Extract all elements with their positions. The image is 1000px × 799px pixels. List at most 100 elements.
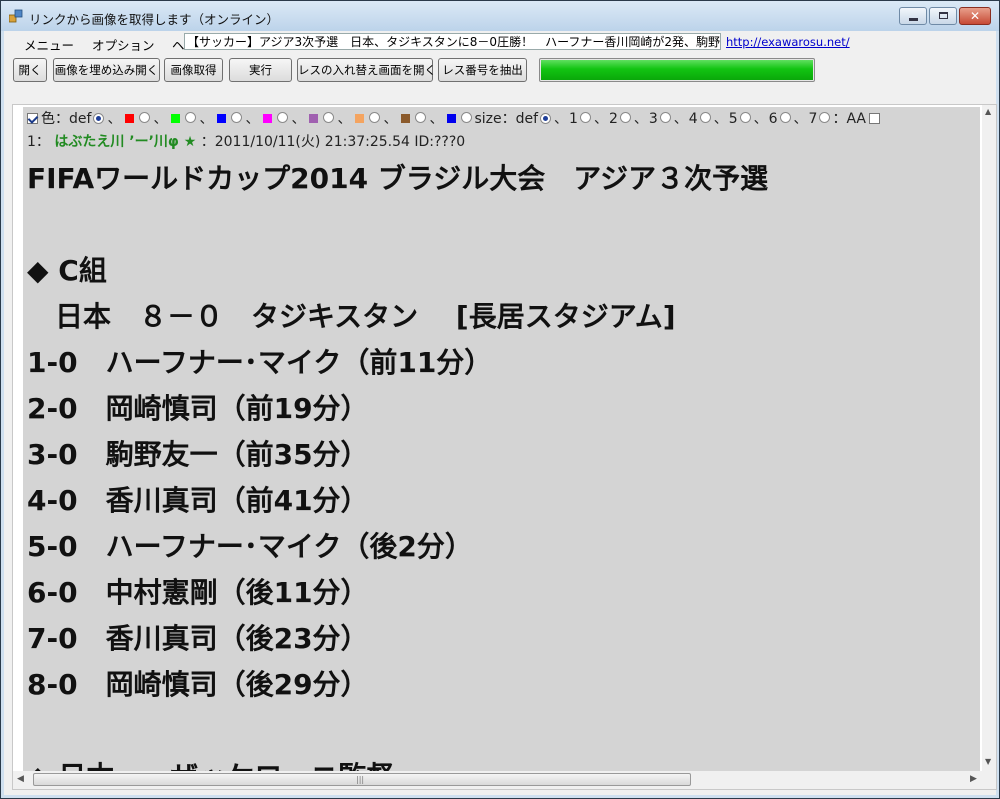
color-swatch-6 [355,114,365,123]
size-radio-3[interactable] [659,112,671,123]
separator: 、 [153,111,168,127]
size-label: size：def [474,111,539,127]
color-radio-5[interactable] [323,112,335,123]
color-radio-def[interactable] [93,112,105,124]
size-radio-1[interactable] [579,112,591,123]
open-reply-reorder-button[interactable]: レスの入れ替え画面を開く [297,58,436,82]
size-radio-4[interactable] [699,112,711,123]
post-line: FIFAワールドカップ2014 ブラジル大会 アジア３次予選 [27,162,769,195]
app-icon [9,9,23,23]
scroll-up-icon[interactable]: ▲ [985,107,991,116]
close-button[interactable]: ✕ [959,7,991,25]
browser-frame: 色：def 、 、 、 、 、 、 、 、 size：def 、1 、2 、3 、4 、5 、6 、7 ：… [12,104,997,790]
scroll-down-icon[interactable]: ▼ [985,757,991,766]
open-button[interactable]: 開く [13,58,47,82]
aa-checkbox[interactable] [869,112,881,124]
horizontal-scrollbar[interactable]: ◀ ||| ▶ [13,771,996,789]
extract-reply-numbers-button[interactable]: レス番号を抽出 [438,58,527,82]
separator: 、 [383,111,398,127]
client-area: メニュー オプション ヘ 【サッカー】アジア3次予選 日本、タジキスタンに8－0… [4,31,997,795]
menu-item-he[interactable]: ヘ [172,35,185,54]
post-line: 1-0 ハーフナー･マイク（前11分） [27,346,493,379]
size-radio-5[interactable] [739,112,751,123]
aa-label: ：AA [832,111,867,127]
separator: 、 [673,111,688,127]
scroll-left-icon[interactable]: ◀ [17,774,24,784]
separator: 、 [429,111,444,127]
separator: 、 [793,111,808,127]
menu-item-menu[interactable]: メニュー [24,35,74,54]
size-radio-7[interactable] [819,112,831,123]
size-option-label: 6 [768,111,778,127]
post-meta: ：2011/10/11(火) 21:37:25.54 ID:???0 [200,134,466,150]
post-line: 2-0 岡崎慎司（前19分） [27,392,369,425]
color-swatch-3 [217,114,227,123]
color-swatch-7 [401,114,411,123]
color-radio-6[interactable] [369,112,381,123]
vertical-scrollbar[interactable]: ▲ ▼ [982,105,996,771]
post-line: 7-0 香川真司（後23分） [27,622,369,655]
maximize-button[interactable] [929,7,957,25]
color-swatch-4 [263,114,273,123]
color-radio-3[interactable] [231,112,243,123]
size-option-label: 2 [608,111,618,127]
color-swatch-8 [447,114,457,123]
post-line: 6-0 中村憲剛（後11分） [27,576,369,609]
color-radio-2[interactable] [185,112,197,123]
color-swatch-group: 、 、 、 、 、 、 、 、 [106,108,474,128]
app-window: リンクから画像を取得します（オンライン） ✕ メニュー オプション ヘ 【サッカ… [0,0,1000,799]
menu-item-options[interactable]: オプション [92,35,155,54]
color-radio-4[interactable] [277,112,289,123]
poster-name: はぶたえ川 ’ー’川φ ★ [54,134,197,150]
size-option-group: 、1 、2 、3 、4 、5 、6 、7 [553,108,832,128]
color-radio-8[interactable] [461,112,473,123]
title-bar[interactable]: リンクから画像を取得します（オンライン） ✕ [1,1,999,31]
separator: 、 [291,111,306,127]
post-header: 1： はぶたえ川 ’ー’川φ ★ ：2011/10/11(火) 21:37:25… [27,131,465,151]
post-line: 日本 ８－０ タジキスタン [長居スタジアム] [27,300,676,333]
post-line: ◆ 日本 ザッケローニ監督 [27,755,394,771]
size-option-label: 7 [808,111,818,127]
window-title: リンクから画像を取得します（オンライン） [29,12,280,27]
size-option-label: 3 [648,111,658,127]
get-images-button[interactable]: 画像取得 [164,58,223,82]
post-view[interactable]: 色：def 、 、 、 、 、 、 、 、 size：def 、1 、2 、3 、4 、5 、6 、7 ：… [23,107,980,771]
post-number[interactable]: 1： [27,134,50,150]
size-radio-2[interactable] [619,112,631,123]
size-option-label: 5 [728,111,738,127]
size-option-label: 1 [569,111,578,127]
minimize-icon [909,18,918,21]
color-radio-1[interactable] [139,112,151,123]
separator: 、 [107,111,122,127]
open-embedded-images-button[interactable]: 画像を埋め込み開く [53,58,160,82]
color-radio-7[interactable] [415,112,427,123]
post-line: 3-0 駒野友一（前35分） [27,438,369,471]
site-link[interactable]: http://exawarosu.net/ [726,35,850,49]
close-icon: ✕ [969,9,981,23]
separator: 、 [753,111,768,127]
scroll-right-icon[interactable]: ▶ [970,774,977,784]
display-options: 色：def 、 、 、 、 、 、 、 、 size：def 、1 、2 、3 、4 、5 、6 、7 ：… [27,109,883,127]
size-option-label: 4 [688,111,698,127]
horizontal-scroll-thumb[interactable]: ||| [33,773,691,786]
size-radio-6[interactable] [779,112,791,123]
post-line: 8-0 岡崎慎司（後29分） [27,668,369,701]
post-line: 5-0 ハーフナー･マイク（後2分） [27,530,473,563]
color-swatch-5 [309,114,319,123]
size-radio-def[interactable] [540,112,552,124]
separator: 、 [633,111,648,127]
color-label: 色：def [41,111,92,127]
color-enable-checkbox[interactable] [27,112,38,124]
color-swatch-1 [125,114,135,123]
color-swatch-2 [171,114,181,123]
progress-fill [541,60,813,80]
menu-bar: メニュー オプション ヘ 【サッカー】アジア3次予選 日本、タジキスタンに8－0… [4,31,996,53]
separator: 、 [245,111,260,127]
thread-title-field[interactable]: 【サッカー】アジア3次予選 日本、タジキスタンに8－0圧勝！ ハーフナー香川岡崎… [184,33,721,50]
separator: 、 [593,111,608,127]
separator: 、 [554,111,569,127]
execute-button[interactable]: 実行 [229,58,292,82]
minimize-button[interactable] [899,7,927,25]
separator: 、 [713,111,728,127]
separator: 、 [199,111,214,127]
